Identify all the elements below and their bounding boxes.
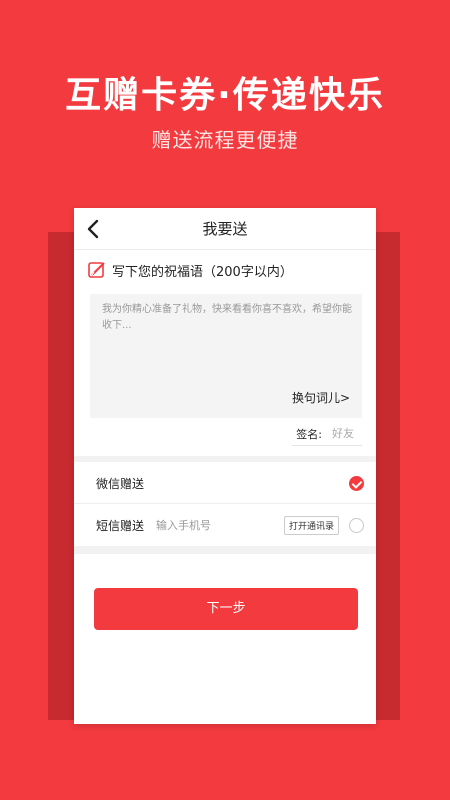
next-step-button[interactable]: 下一步 <box>94 588 358 630</box>
open-contacts-button[interactable]: 打开通讯录 <box>283 515 339 535</box>
phone-number-input[interactable] <box>156 518 267 532</box>
wechat-radio-checked-icon[interactable] <box>349 476 364 491</box>
swap-phrase-link[interactable]: 换句词儿> <box>292 389 350 406</box>
signature-row: 签名: <box>292 422 362 446</box>
nav-bar: 我要送 <box>74 208 376 250</box>
wechat-option-label: 微信赠送 <box>96 477 145 491</box>
wechat-option[interactable]: 微信赠送 <box>74 464 376 504</box>
section-divider <box>74 456 376 462</box>
message-textarea[interactable]: 我为你精心准备了礼物，快来看看你喜不喜欢，希望你能收下... 换句词儿> <box>90 294 362 418</box>
promo-headline: 互赠卡券·传递快乐 <box>65 75 385 116</box>
wish-label: 写下您的祝福语（200字以内） <box>112 264 293 280</box>
message-text: 我为你精心准备了礼物，快来看看你喜不喜欢，希望你能收下... <box>102 304 352 331</box>
page-title: 我要送 <box>202 220 248 238</box>
phone-screen: 我要送 写下您的祝福语（200字以内） 我为你精心准备了礼物，快来看看你喜不喜欢… <box>74 208 376 724</box>
section-divider <box>74 546 376 554</box>
sms-radio-icon[interactable] <box>349 517 364 533</box>
sms-option-label: 短信赠送 <box>96 518 145 533</box>
signature-label: 签名: <box>296 427 322 441</box>
promo-subline: 赠送流程更便捷 <box>151 128 299 152</box>
signature-input[interactable] <box>332 427 362 440</box>
sms-option[interactable]: 短信赠送 打开通讯录 <box>74 505 376 545</box>
pen-icon <box>88 261 106 279</box>
wish-header: 写下您的祝福语（200字以内） <box>88 260 293 280</box>
